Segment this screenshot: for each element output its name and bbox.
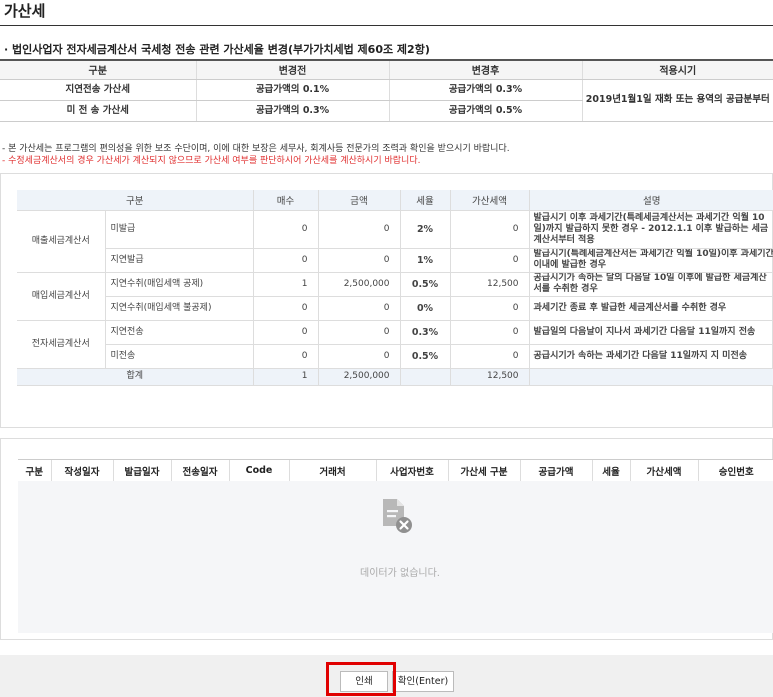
- summary-total-tax: 12,500: [449, 368, 530, 386]
- summary-total-label: 합계: [17, 368, 254, 386]
- summary-item: 지연전송: [104, 320, 254, 345]
- note-disclaimer: - 본 가산세는 프로그램의 편의성을 위한 보조 수단이며, 이에 대한 보장…: [2, 144, 510, 154]
- summary-description: 공급시기가 속하는 달의 다음달 10일 이후에 발급한 세금계산서를 수취한 …: [528, 272, 773, 297]
- summary-item: 미전송: [104, 344, 254, 369]
- summary-rate: 0.3%: [399, 320, 451, 345]
- rate-row-after: 공급가액의 0.3%: [388, 79, 582, 101]
- summary-row: 매출세금계산서 미발급 0 0 2% 0 발급시기 이후 과세기간(특례세금계산…: [17, 210, 773, 273]
- detail-header-client[interactable]: 거래처: [288, 459, 376, 482]
- rate-apply-period: 2019년1월1일 재화 또는 용역의 공급분부터: [581, 79, 773, 122]
- detail-header-approval-number[interactable]: 승인번호: [697, 459, 773, 482]
- summary-total-amount: 2,500,000: [317, 368, 401, 386]
- title-divider: [0, 25, 773, 26]
- summary-amount: 0: [317, 296, 401, 321]
- document-x-icon: [383, 499, 412, 533]
- detail-header-write-date[interactable]: 작성일자: [50, 459, 113, 482]
- summary-tax: 0: [449, 320, 530, 345]
- summary-item: 지연수취(매입세액 불공제): [104, 296, 254, 321]
- summary-row: 지연수취(매입세액 불공제) 0 0 0% 0 과세기간 종료 후 발급한 세금…: [17, 296, 773, 321]
- note-warning: - 수정세금계산서의 경우 가산세가 계산되지 않으므로 가산세 여부를 판단하…: [2, 156, 421, 166]
- detail-panel: 구분 작성일자 발급일자 전송일자 Code 거래처 사업자번호 가산세 구분 …: [0, 438, 773, 640]
- print-button[interactable]: 인쇄: [340, 671, 388, 692]
- summary-tax: 0: [449, 248, 530, 273]
- summary-amount: 2,500,000: [317, 272, 401, 297]
- detail-header-penalty-type[interactable]: 가산세 구분: [447, 459, 520, 482]
- group-sales-invoice: 매출세금계산서: [17, 210, 105, 273]
- summary-row: 전자세금계산서 지연전송 0 0 0.3% 0 발급일의 다음날이 지나서 과세…: [17, 320, 773, 369]
- summary-count: 0: [252, 344, 319, 369]
- summary-count: 1: [252, 272, 319, 297]
- detail-header-penalty-amount[interactable]: 가산세액: [629, 459, 698, 482]
- detail-header-send-date[interactable]: 전송일자: [170, 459, 229, 482]
- summary-header-count: 매수: [252, 190, 319, 211]
- detail-header-supply-amount[interactable]: 공급가액: [519, 459, 592, 482]
- summary-tax: 12,500: [449, 272, 530, 297]
- summary-description: 발급시기 이후 과세기간(특례세금계산서는 과세기간 익월 10일)까지 발급하…: [528, 210, 773, 249]
- summary-header-amount: 금액: [317, 190, 401, 211]
- detail-header-category[interactable]: 구분: [18, 459, 51, 482]
- rate-change-table: 구분 변경전 변경후 적용시기 지연전송 가산세 공급가액의 0.1% 공급가액…: [0, 59, 773, 122]
- empty-message: 데이터가 없습니다.: [360, 568, 440, 579]
- summary-count: 0: [252, 296, 319, 321]
- summary-header-rate: 세율: [399, 190, 451, 211]
- detail-header-code[interactable]: Code: [228, 459, 289, 482]
- summary-panel: 구분 매수 금액 세율 가산세액 설명 매출세금계산서 미발급 0 0 2% 0…: [0, 173, 773, 428]
- detail-table: 구분 작성일자 발급일자 전송일자 Code 거래처 사업자번호 가산세 구분 …: [18, 459, 773, 482]
- group-purchase-invoice: 매입세금계산서: [17, 272, 105, 321]
- page-title: 가산세: [4, 2, 46, 20]
- summary-amount: 0: [317, 210, 401, 249]
- summary-amount: 0: [317, 320, 401, 345]
- summary-count: 0: [252, 210, 319, 249]
- summary-rate: 2%: [399, 210, 451, 249]
- detail-header-issue-date[interactable]: 발급일자: [112, 459, 171, 482]
- summary-rate: 1%: [399, 248, 451, 273]
- rate-header-before: 변경전: [195, 59, 389, 80]
- summary-header-description: 설명: [528, 190, 773, 211]
- rate-header-category: 구분: [0, 59, 196, 80]
- summary-row: 미전송 0 0 0.5% 0 공급시기가 속하는 과세기간 다음달 11일까지 …: [17, 344, 773, 369]
- group-e-invoice: 전자세금계산서: [17, 320, 105, 369]
- summary-item: 지연발급: [104, 248, 254, 273]
- summary-rate: 0.5%: [399, 344, 451, 369]
- summary-total-count: 1: [252, 368, 319, 386]
- rate-row-category: 미 전 송 가산세: [0, 100, 196, 122]
- summary-row: 매입세금계산서 지연수취(매입세액 공제) 1 2,500,000 0.5% 1…: [17, 272, 773, 321]
- summary-description: 발급시기(특례세금계산서는 과세기간 익월 10일)이후 과세기간 이내에 발급…: [528, 248, 773, 273]
- rate-row-before: 공급가액의 0.1%: [195, 79, 389, 101]
- notes: - 본 가산세는 프로그램의 편의성을 위한 보조 수단이며, 이에 대한 보장…: [2, 143, 510, 167]
- confirm-button[interactable]: 확인(Enter): [392, 671, 454, 692]
- summary-description: 과세기간 종료 후 발급한 세금계산서를 수취한 경우: [528, 296, 773, 321]
- rate-header-after: 변경후: [388, 59, 582, 80]
- summary-tax: 0: [449, 344, 530, 369]
- detail-header-business-number[interactable]: 사업자번호: [375, 459, 448, 482]
- summary-total-row: 합계 1 2,500,000 12,500: [17, 368, 773, 386]
- summary-rate: 0.5%: [399, 272, 451, 297]
- rate-row: 지연전송 가산세 공급가액의 0.1% 공급가액의 0.3% 2019년1월1일…: [0, 79, 773, 122]
- summary-rate: 0%: [399, 296, 451, 321]
- rate-row-before: 공급가액의 0.3%: [195, 100, 389, 122]
- summary-description: 발급일의 다음날이 지나서 과세기간 다음달 11일까지 전송: [528, 320, 773, 345]
- summary-item: 지연수취(매입세액 공제): [104, 272, 254, 297]
- summary-table: 구분 매수 금액 세율 가산세액 설명 매출세금계산서 미발급 0 0 2% 0…: [17, 190, 773, 386]
- summary-count: 0: [252, 320, 319, 345]
- summary-amount: 0: [317, 344, 401, 369]
- summary-header-category: 구분: [17, 190, 254, 211]
- section-heading: · 법인사업자 전자세금계산서 국세청 전송 관련 가산세율 변경(부가가치세법…: [4, 43, 430, 56]
- summary-total-rate: [399, 368, 451, 386]
- summary-row: 지연발급 0 0 1% 0 발급시기(특례세금계산서는 과세기간 익월 10일)…: [17, 248, 773, 273]
- summary-tax: 0: [449, 210, 530, 249]
- rate-header-apply-period: 적용시기: [581, 59, 773, 80]
- rate-row-after: 공급가액의 0.5%: [388, 100, 582, 122]
- rate-row-category: 지연전송 가산세: [0, 79, 196, 101]
- summary-description: 공급시기가 속하는 과세기간 다음달 11일까지 지 미전송: [528, 344, 773, 369]
- summary-total-description: [528, 368, 773, 386]
- summary-count: 0: [252, 248, 319, 273]
- summary-item: 미발급: [104, 210, 254, 249]
- detail-header-rate[interactable]: 세율: [591, 459, 630, 482]
- summary-amount: 0: [317, 248, 401, 273]
- summary-tax: 0: [449, 296, 530, 321]
- summary-header-tax: 가산세액: [449, 190, 530, 211]
